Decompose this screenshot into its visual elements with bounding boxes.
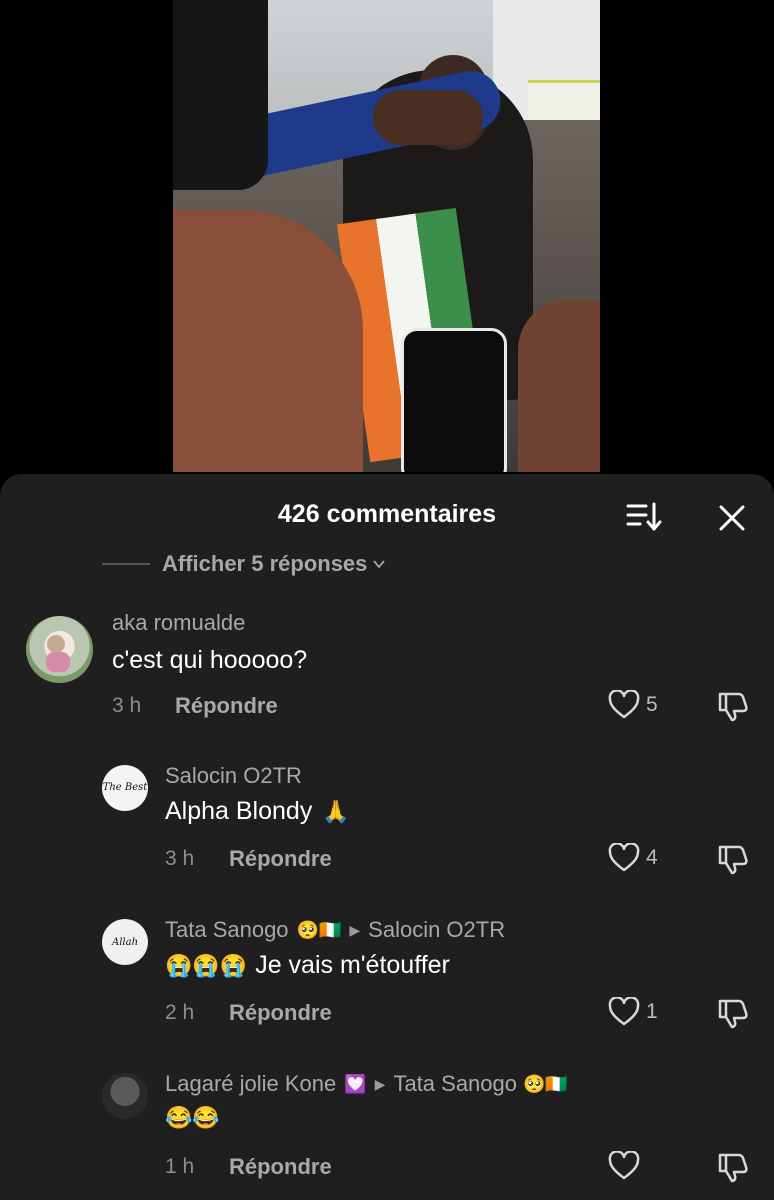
dislike-button[interactable] — [716, 690, 750, 728]
chevron-down-icon — [373, 560, 386, 569]
reply-button[interactable]: Répondre — [229, 846, 332, 872]
comment-text: 😂😂 — [165, 1105, 220, 1131]
comment-text: c'est qui hooooo? — [112, 646, 308, 674]
comment-username[interactable]: Tata Sanogo 🥺🇨🇮 ▶ Salocin O2TR — [165, 917, 505, 943]
heart-icon — [608, 690, 640, 719]
comment-text: 😭😭😭 Je vais m'étouffer — [165, 951, 450, 979]
avatar-text: Allah — [111, 936, 139, 948]
comments-header: 426 commentaires — [0, 474, 774, 554]
like-button[interactable]: 5 — [608, 690, 658, 720]
close-icon[interactable] — [712, 498, 752, 538]
divider — [102, 563, 150, 565]
reply-button[interactable]: Répondre — [175, 693, 278, 719]
comment-time: 3 h — [165, 847, 195, 870]
heart-icon — [608, 1151, 640, 1180]
thumbs-down-icon — [718, 845, 748, 875]
reply-button[interactable]: Répondre — [229, 1000, 332, 1026]
avatar[interactable] — [26, 616, 93, 683]
comment-username[interactable]: aka romualde — [112, 610, 245, 636]
like-count: 5 — [646, 693, 658, 716]
dislike-button[interactable] — [716, 843, 750, 881]
reply-arrow-icon: ▶ — [349, 921, 361, 938]
pray-emoji: 🙏 — [322, 798, 350, 824]
show-more-replies-label: Afficher 5 réponses — [162, 551, 368, 576]
dislike-button[interactable] — [716, 997, 750, 1035]
thumbs-down-icon — [718, 692, 748, 722]
avatar[interactable] — [102, 1073, 148, 1119]
comment-username[interactable]: Salocin O2TR — [165, 763, 302, 789]
laughing-emoji: 😂😂 — [165, 1105, 220, 1130]
thumbs-down-icon — [718, 1153, 748, 1183]
sort-icon[interactable] — [624, 500, 664, 534]
comment-time: 1 h — [165, 1155, 195, 1178]
comment-username[interactable]: Lagaré jolie Kone 💟 ▶ Tata Sanogo 🥺🇨🇮 — [165, 1071, 568, 1097]
video-frame[interactable] — [173, 0, 600, 472]
reply-button[interactable]: Répondre — [229, 1154, 332, 1180]
comment-time: 3 h — [112, 694, 142, 717]
video-camera — [173, 0, 268, 190]
avatar[interactable]: Allah — [102, 919, 148, 965]
crying-emoji: 😭😭😭 — [165, 952, 248, 978]
thumbs-down-icon — [718, 999, 748, 1029]
show-more-replies-button[interactable]: Afficher 5 réponses — [102, 546, 386, 582]
reply-item: Lagaré jolie Kone 💟 ▶ Tata Sanogo 🥺🇨🇮 😂😂… — [0, 1067, 774, 1200]
reply-item: The Best Salocin O2TR Alpha Blondy 🙏 3 h… — [0, 759, 774, 879]
heart-icon — [608, 843, 640, 872]
video-fist — [373, 90, 483, 145]
username-emoji: 💟 — [344, 1073, 367, 1094]
like-count: 4 — [646, 846, 658, 869]
comments-sheet: 426 commentaires Afficher 5 réponses aka… — [0, 474, 774, 1200]
video-area[interactable] — [0, 0, 774, 490]
avatar-text: The Best — [102, 782, 148, 793]
reply-arrow-icon: ▶ — [374, 1075, 386, 1092]
reply-to-username[interactable]: Salocin O2TR — [368, 917, 505, 943]
avatar[interactable]: The Best — [102, 765, 148, 811]
comment-time: 2 h — [165, 1001, 195, 1024]
reply-to-username[interactable]: Tata Sanogo — [393, 1071, 517, 1097]
comment-text: Alpha Blondy 🙏 — [165, 797, 350, 825]
like-button[interactable]: 4 — [608, 843, 658, 873]
heart-icon — [608, 997, 640, 1026]
like-button[interactable]: 1 — [608, 997, 658, 1027]
reply-to-emoji: 🥺🇨🇮 — [523, 1073, 568, 1094]
dislike-button[interactable] — [716, 1151, 750, 1189]
reply-item: Allah Tata Sanogo 🥺🇨🇮 ▶ Salocin O2TR 😭😭😭… — [0, 913, 774, 1033]
video-right-person — [518, 300, 600, 472]
like-button[interactable] — [608, 1151, 646, 1181]
like-count: 1 — [646, 1000, 658, 1023]
video-phone — [401, 328, 507, 472]
username-emoji: 🥺🇨🇮 — [296, 919, 342, 940]
comment-item: aka romualde c'est qui hooooo? 3 h Répon… — [0, 604, 774, 724]
